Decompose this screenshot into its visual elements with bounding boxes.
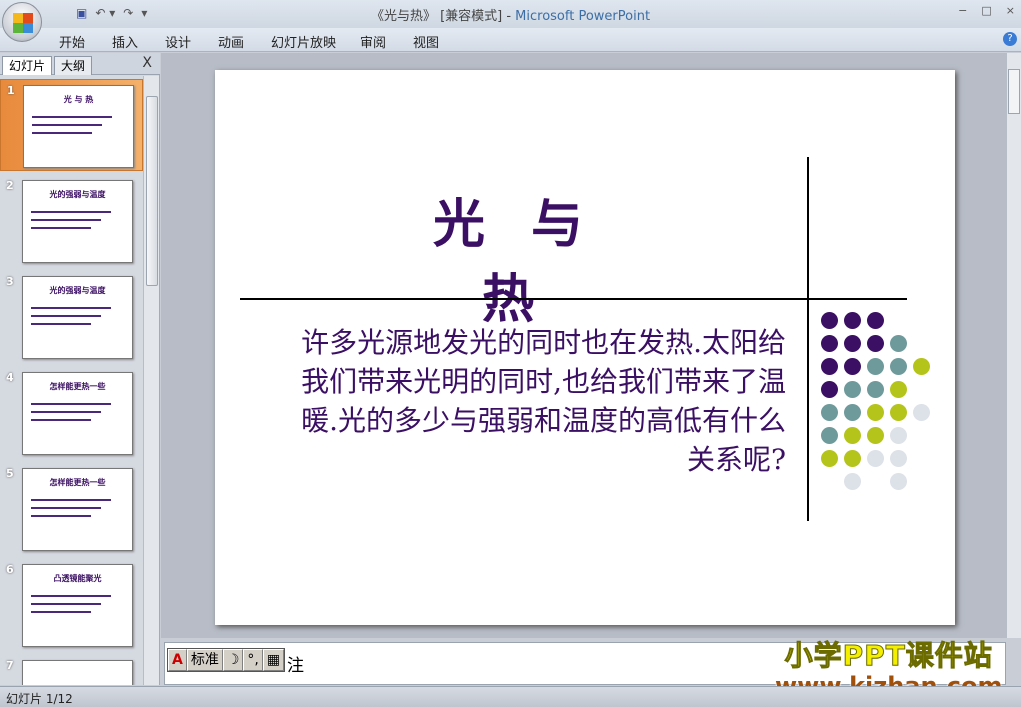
slide-preview: 光的强弱与温度 (22, 180, 133, 263)
slide-preview-title: 光的强弱与温度 (49, 286, 106, 295)
decorative-dot (867, 381, 884, 398)
tab-review[interactable]: 审阅 (360, 32, 386, 51)
ime-halfwidth-icon[interactable]: ☽ (222, 649, 244, 671)
tab-insert[interactable]: 插入 (112, 32, 138, 51)
decorative-dot (890, 404, 907, 421)
decorative-dot (844, 473, 861, 490)
slide-thumbnail[interactable]: 5 怎样能更热一些 (0, 463, 143, 555)
slide-number: 6 (6, 563, 14, 576)
decorative-dot (821, 381, 838, 398)
slide-count: 幻灯片 1/12 (6, 692, 73, 706)
panel-scrollbar[interactable] (143, 76, 159, 685)
tab-outline[interactable]: 大纲 (54, 56, 93, 75)
slide-number: 2 (6, 179, 14, 192)
tab-view[interactable]: 视图 (413, 32, 439, 51)
decorative-dot (821, 335, 838, 352)
decorative-dot (821, 358, 838, 375)
slide-preview-title: 光的强弱与温度 (49, 190, 106, 199)
close-panel-icon[interactable]: X (142, 55, 152, 71)
slide-preview: 怎样能更热一些 (22, 372, 133, 455)
slide-preview: 光的强弱与温度 (22, 276, 133, 359)
decorative-dot (867, 335, 884, 352)
ime-toolbar[interactable]: A 标准 ☽ °, ▦ (167, 648, 286, 672)
slide-preview-title: 怎样能更热一些 (49, 478, 106, 487)
ime-punct-icon[interactable]: °, (243, 649, 263, 671)
slides-panel: 幻灯片 大纲 X 1光 与 热 2 光的强弱与温度 3 光的强弱与温度 4 怎样能更热一些 5… (0, 53, 160, 685)
decorative-dot (844, 427, 861, 444)
decorative-dot (844, 381, 861, 398)
decorative-dot (890, 335, 907, 352)
slide-number: 5 (6, 467, 14, 480)
status-bar: 幻灯片 1/12 (0, 686, 1021, 707)
tab-slideshow[interactable]: 幻灯片放映 (271, 32, 336, 51)
minimize-button[interactable]: − (958, 4, 967, 17)
tab-design[interactable]: 设计 (165, 32, 191, 51)
slide-body-text[interactable]: 许多光源地发光的同时也在发热.太阳给我们带来光明的同时,也给我们带来了温暖.光的… (296, 323, 786, 479)
slide-number: 7 (6, 659, 14, 672)
decorative-dot (821, 427, 838, 444)
decorative-dot (844, 312, 861, 329)
help-icon[interactable]: ? (1003, 32, 1017, 46)
decorative-dot (890, 427, 907, 444)
slide-preview-title: 光 与 热 (63, 95, 94, 104)
ribbon-tabs: 开始 插入 设计 动画 幻灯片放映 审阅 视图 ? (0, 28, 1021, 52)
decorative-dot (821, 450, 838, 467)
slide-number: 1 (7, 84, 15, 97)
decorative-dot (844, 335, 861, 352)
decorative-dot (844, 450, 861, 467)
decorative-dot (890, 381, 907, 398)
notes-text: 注 (287, 656, 304, 676)
slide-preview-title: 怎样能更热一些 (49, 382, 106, 391)
editor-scrollbar[interactable] (1006, 53, 1021, 638)
decorative-dot (821, 404, 838, 421)
slide-thumbnail[interactable]: 4 怎样能更热一些 (0, 367, 143, 459)
slide-preview (22, 660, 133, 685)
decorative-dot (867, 312, 884, 329)
decorative-dot (913, 404, 930, 421)
tab-home[interactable]: 开始 (59, 32, 85, 51)
decorative-dot (890, 450, 907, 467)
window-title: 《光与热》 [兼容模式] - Microsoft PowerPoint (370, 9, 651, 24)
decorative-dot (844, 404, 861, 421)
horizontal-rule (240, 298, 907, 300)
slide-thumbnail[interactable]: 2 光的强弱与温度 (0, 175, 143, 267)
slide-number: 4 (6, 371, 14, 384)
ime-keyboard-icon[interactable]: ▦ (262, 649, 285, 671)
slide-thumbnail[interactable]: 6 凸透镜能聚光 (0, 559, 143, 651)
decorative-dot (890, 358, 907, 375)
tab-slides[interactable]: 幻灯片 (2, 56, 53, 75)
ime-mode[interactable]: 标准 (186, 649, 223, 671)
office-logo-icon (13, 13, 33, 33)
decorative-dot (913, 358, 930, 375)
tab-animation[interactable]: 动画 (218, 32, 244, 51)
decorative-dot (890, 473, 907, 490)
ime-logo-icon[interactable]: A (168, 649, 187, 671)
title-bar: ▣ ↶ ▾ ↷ ▾ 《光与热》 [兼容模式] - Microsoft Power… (0, 0, 1021, 28)
slide-thumbnail[interactable]: 3 光的强弱与温度 (0, 271, 143, 363)
slide-preview: 怎样能更热一些 (22, 468, 133, 551)
close-button[interactable]: × (1006, 4, 1015, 17)
slide-thumbnail[interactable]: 7 (0, 655, 143, 685)
decorative-dot (821, 312, 838, 329)
decorative-dot (867, 358, 884, 375)
slide-preview: 凸透镜能聚光 (22, 564, 133, 647)
decorative-dot (867, 450, 884, 467)
slide-thumbnail[interactable]: 1 光 与 热 (0, 79, 143, 171)
office-button[interactable] (2, 2, 42, 42)
restore-button[interactable]: □ (981, 4, 991, 17)
slide-preview: 光 与 热 (23, 85, 134, 168)
vertical-rule (807, 157, 809, 521)
slide-number: 3 (6, 275, 14, 288)
slide-title[interactable]: 光 与 热 (385, 182, 645, 332)
slide-thumbnails: 1 光 与 热 2 光的强弱与温度 3 光的强弱与温度 4 怎样能更热一些 5 怎样能更热一些 6 凸… (0, 76, 143, 685)
decorative-dot (844, 358, 861, 375)
decorative-dot (867, 404, 884, 421)
decorative-dot (867, 427, 884, 444)
slide-preview-title: 凸透镜能聚光 (53, 574, 102, 583)
